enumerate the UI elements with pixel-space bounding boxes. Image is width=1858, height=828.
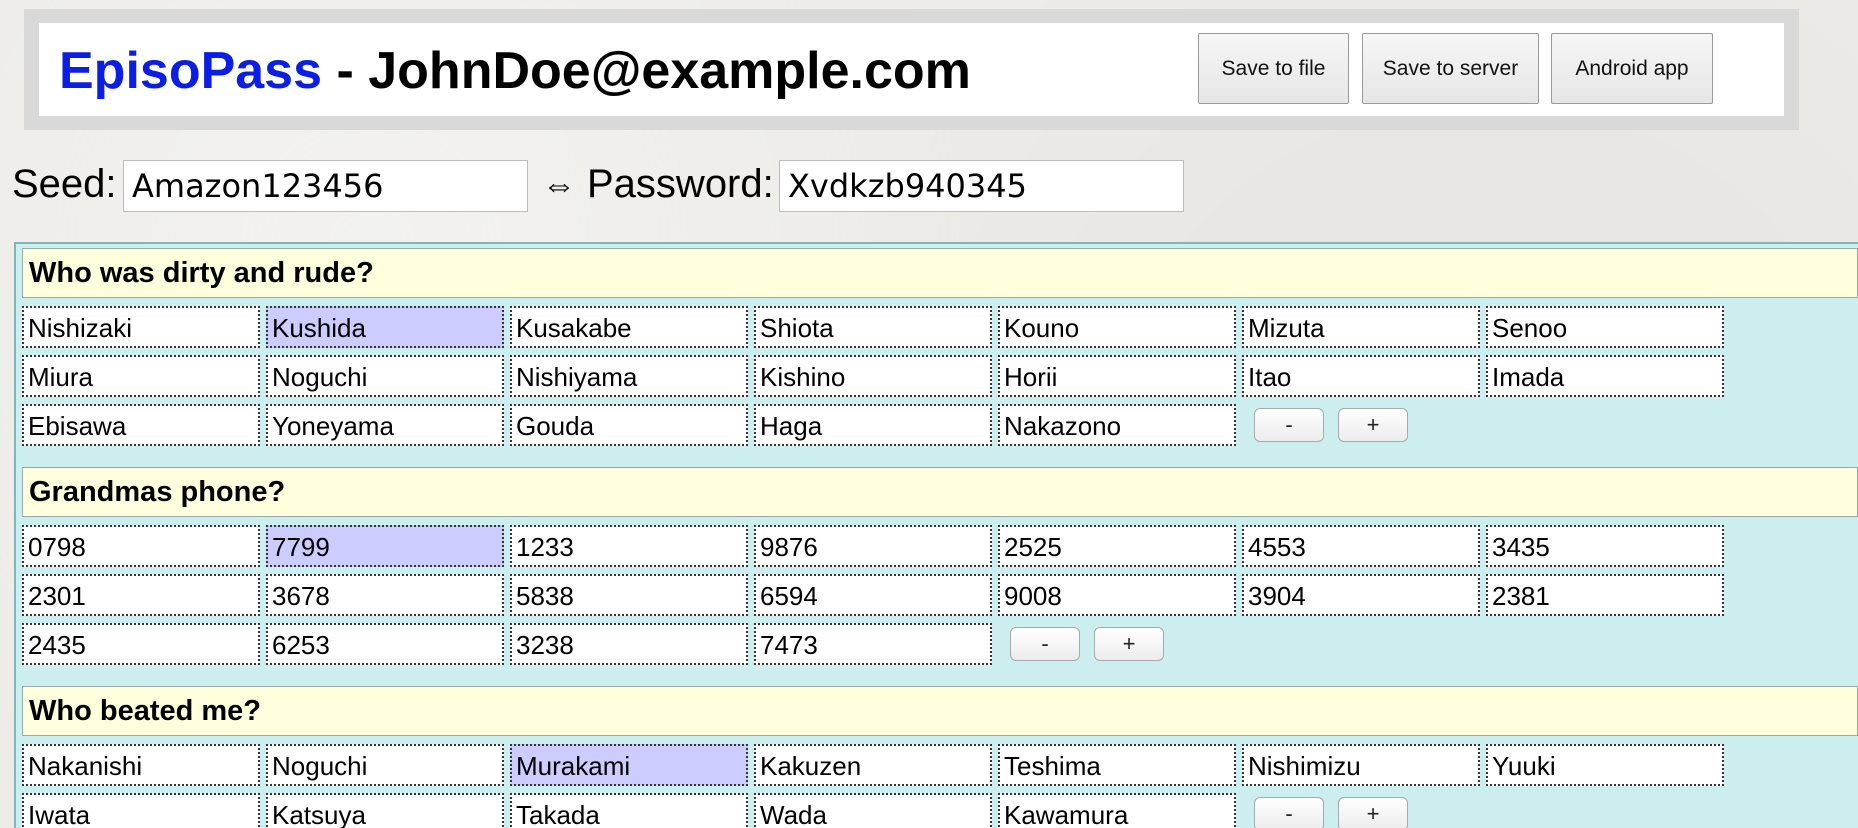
answer-cell[interactable]: Horii	[998, 355, 1236, 397]
answer-cell[interactable]: 2525	[998, 525, 1236, 567]
answer-cell[interactable]: Katsuya	[266, 793, 504, 828]
answer-cell[interactable]: 3435	[1486, 525, 1724, 567]
questions-panel: Who was dirty and rude? Nishizaki Kushida K…	[14, 242, 1858, 828]
answer-cell[interactable]: Gouda	[510, 404, 748, 446]
answer-cell[interactable]: 4553	[1242, 525, 1480, 567]
answer-cell[interactable]: Itao	[1242, 355, 1480, 397]
answer-cell[interactable]: Shiota	[754, 306, 992, 348]
answer-cell[interactable]: Kishino	[754, 355, 992, 397]
answer-cell[interactable]: 9876	[754, 525, 992, 567]
password-input[interactable]	[779, 160, 1184, 212]
answer-cell[interactable]: 5838	[510, 574, 748, 616]
answer-cell[interactable]: Kouno	[998, 306, 1236, 348]
question-header[interactable]: Who was dirty and rude?	[22, 248, 1858, 298]
answer-cell[interactable]: Wada	[754, 793, 992, 828]
answer-cell[interactable]: 0798	[22, 525, 260, 567]
answer-cell[interactable]: Nishimizu	[1242, 744, 1480, 786]
answer-cell-selected[interactable]: 7799	[266, 525, 504, 567]
answer-cell[interactable]: Haga	[754, 404, 992, 446]
answer-cell[interactable]: 9008	[998, 574, 1236, 616]
answer-cell[interactable]: Kakuzen	[754, 744, 992, 786]
user-email: JohnDoe@example.com	[368, 42, 971, 100]
answer-cell[interactable]: Yuuki	[1486, 744, 1724, 786]
answer-cell[interactable]: 2381	[1486, 574, 1724, 616]
title-separator: -	[322, 42, 369, 100]
answer-cell[interactable]: Nishizaki	[22, 306, 260, 348]
answer-cell[interactable]: Yoneyama	[266, 404, 504, 446]
answer-cell-selected[interactable]: Kushida	[266, 306, 504, 348]
header-bar: EpisoPass - JohnDoe@example.com Save to …	[39, 23, 1784, 116]
save-to-server-button[interactable]: Save to server	[1362, 33, 1539, 104]
page-title: EpisoPass - JohnDoe@example.com	[59, 41, 971, 101]
answer-cell[interactable]: Iwata	[22, 793, 260, 828]
answer-cell[interactable]: Miura	[22, 355, 260, 397]
remove-answer-button[interactable]: -	[1010, 627, 1080, 661]
password-label: Password:	[587, 162, 774, 206]
answer-cell[interactable]: 2435	[22, 623, 260, 665]
seed-label: Seed:	[12, 162, 117, 206]
add-answer-button[interactable]: +	[1094, 627, 1164, 661]
answer-cell[interactable]: Nakazono	[998, 404, 1236, 446]
bidirectional-arrow-icon: ⇔	[542, 166, 576, 204]
add-answer-button[interactable]: +	[1338, 797, 1408, 828]
app-name: EpisoPass	[59, 42, 323, 100]
answer-cell[interactable]: Senoo	[1486, 306, 1724, 348]
header-frame: EpisoPass - JohnDoe@example.com Save to …	[24, 9, 1799, 130]
answer-cell[interactable]: Mizuta	[1242, 306, 1480, 348]
answer-cell[interactable]: Noguchi	[266, 355, 504, 397]
answer-cell[interactable]: Teshima	[998, 744, 1236, 786]
android-app-button[interactable]: Android app	[1551, 33, 1713, 104]
add-answer-button[interactable]: +	[1338, 408, 1408, 442]
answer-cell[interactable]: 2301	[22, 574, 260, 616]
seed-password-row: Seed: ⇔ Password:	[12, 158, 1412, 214]
answer-cell[interactable]: Kusakabe	[510, 306, 748, 348]
answer-cell[interactable]: 7473	[754, 623, 992, 665]
question-header[interactable]: Grandmas phone?	[22, 467, 1858, 517]
save-to-file-button[interactable]: Save to file	[1198, 33, 1349, 104]
answer-cell[interactable]: 1233	[510, 525, 748, 567]
answer-cell[interactable]: 6594	[754, 574, 992, 616]
answer-cell[interactable]: 3678	[266, 574, 504, 616]
answer-cell[interactable]: Takada	[510, 793, 748, 828]
answer-cell[interactable]: Noguchi	[266, 744, 504, 786]
answer-cell[interactable]: Nakanishi	[22, 744, 260, 786]
remove-answer-button[interactable]: -	[1254, 797, 1324, 828]
remove-answer-button[interactable]: -	[1254, 408, 1324, 442]
answer-cell-selected[interactable]: Murakami	[510, 744, 748, 786]
answer-cell[interactable]: Imada	[1486, 355, 1724, 397]
answer-cell[interactable]: 6253	[266, 623, 504, 665]
answer-cell[interactable]: 3238	[510, 623, 748, 665]
answer-cell[interactable]: Kawamura	[998, 793, 1236, 828]
answer-cell[interactable]: Nishiyama	[510, 355, 748, 397]
question-header[interactable]: Who beated me?	[22, 686, 1858, 736]
answer-cell[interactable]: Ebisawa	[22, 404, 260, 446]
seed-input[interactable]	[123, 160, 528, 212]
answer-cell[interactable]: 3904	[1242, 574, 1480, 616]
